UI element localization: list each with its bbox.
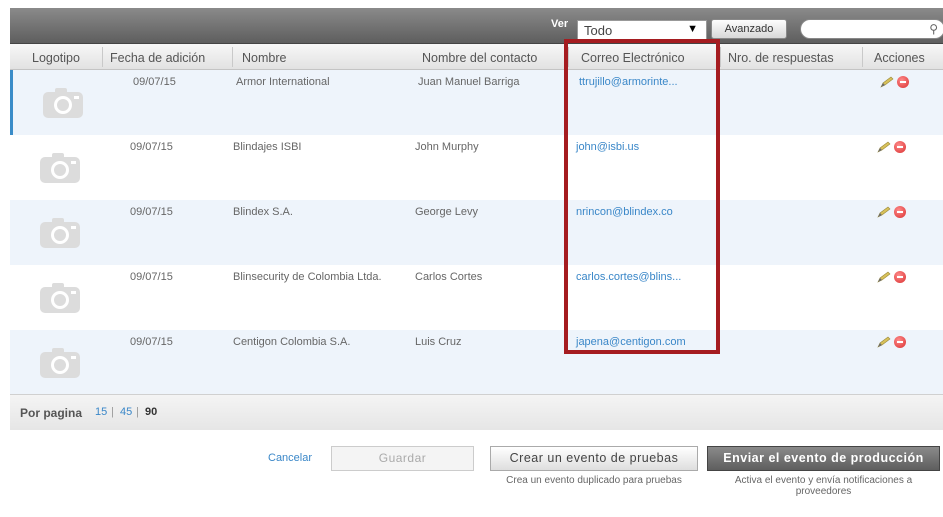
camera-icon xyxy=(40,153,80,183)
row-contact: George Levy xyxy=(415,206,478,218)
table-row[interactable]: 09/07/15 Blindajes ISBI John Murphy john… xyxy=(10,135,943,200)
column-header-name[interactable]: Nombre xyxy=(242,51,286,65)
column-header-actions: Acciones xyxy=(874,51,925,65)
page-size-label: Por pagina xyxy=(20,406,83,420)
page-size-separator: | xyxy=(111,406,114,418)
page-size-option-90[interactable]: 90 xyxy=(145,406,157,418)
row-email-link[interactable]: nrincon@blindex.co xyxy=(576,206,673,218)
row-name: Centigon Colombia S.A. xyxy=(233,336,351,348)
table-row[interactable]: 09/07/15 Centigon Colombia S.A. Luis Cru… xyxy=(10,330,943,395)
column-separator xyxy=(102,47,103,67)
view-filter-select[interactable]: Todo ▼ xyxy=(577,20,707,40)
row-contact: John Murphy xyxy=(415,141,479,153)
row-name: Blindajes ISBI xyxy=(233,141,302,153)
row-date: 09/07/15 xyxy=(130,271,173,283)
column-separator xyxy=(568,47,569,67)
pencil-icon[interactable] xyxy=(879,76,895,88)
row-date: 09/07/15 xyxy=(130,336,173,348)
camera-icon xyxy=(40,218,80,248)
column-separator xyxy=(720,47,721,67)
table-row[interactable]: 09/07/15 Armor International Juan Manuel… xyxy=(10,70,943,135)
delete-icon[interactable] xyxy=(894,336,906,348)
save-button[interactable]: Guardar xyxy=(331,446,474,471)
table-header: Logotipo Fecha de adición Nombre Nombre … xyxy=(10,44,943,70)
search-icon[interactable]: ⚲ xyxy=(929,22,938,36)
row-date: 09/07/15 xyxy=(130,141,173,153)
row-date: 09/07/15 xyxy=(133,76,176,88)
pencil-icon[interactable] xyxy=(876,206,892,218)
view-filter-label: Ver xyxy=(551,18,569,30)
row-name: Armor International xyxy=(236,76,330,88)
page-size-option-15[interactable]: 15 xyxy=(95,406,107,418)
providers-table: 09/07/15 Armor International Juan Manuel… xyxy=(10,70,943,395)
form-actions: Cancelar Guardar Crear un evento de prue… xyxy=(0,440,943,517)
table-row[interactable]: 09/07/15 Blinsecurity de Colombia Ltda. … xyxy=(10,265,943,330)
row-date: 09/07/15 xyxy=(130,206,173,218)
row-actions xyxy=(876,141,916,153)
page-size-option-45[interactable]: 45 xyxy=(120,406,132,418)
advanced-search-button[interactable]: Avanzado xyxy=(711,19,787,39)
row-contact: Carlos Cortes xyxy=(415,271,483,283)
row-actions xyxy=(876,336,916,348)
row-name: Blindex S.A. xyxy=(233,206,293,218)
send-production-event-button[interactable]: Enviar el evento de producción xyxy=(707,446,940,471)
pagination-bar: Por pagina 15 | 45 | 90 xyxy=(10,394,943,430)
column-header-date[interactable]: Fecha de adición xyxy=(110,51,205,65)
camera-icon xyxy=(40,283,80,313)
pencil-icon[interactable] xyxy=(876,271,892,283)
row-actions xyxy=(876,271,916,283)
delete-icon[interactable] xyxy=(894,206,906,218)
delete-icon[interactable] xyxy=(894,271,906,283)
camera-icon xyxy=(40,348,80,378)
row-email-link[interactable]: carlos.cortes@blins... xyxy=(576,271,681,283)
row-actions xyxy=(879,76,919,88)
column-header-contact[interactable]: Nombre del contacto xyxy=(422,51,537,65)
search-input[interactable]: ⚲ xyxy=(800,19,943,39)
camera-icon xyxy=(43,88,83,118)
column-header-responses[interactable]: Nro. de respuestas xyxy=(728,51,834,65)
column-separator xyxy=(862,47,863,67)
production-event-description: Activa el evento y envía notificaciones … xyxy=(734,475,913,497)
pencil-icon[interactable] xyxy=(876,141,892,153)
create-test-event-button[interactable]: Crear un evento de pruebas xyxy=(490,446,698,471)
column-separator xyxy=(232,47,233,67)
test-event-description: Crea un evento duplicado para pruebas xyxy=(506,475,682,486)
column-header-logo[interactable]: Logotipo xyxy=(32,51,80,65)
row-contact: Juan Manuel Barriga xyxy=(418,76,520,88)
row-email-link[interactable]: ttrujillo@armorinte... xyxy=(579,76,678,88)
row-contact: Luis Cruz xyxy=(415,336,462,348)
row-email-link[interactable]: japena@centigon.com xyxy=(576,336,686,348)
row-email-link[interactable]: john@isbi.us xyxy=(576,141,639,153)
table-row[interactable]: 09/07/15 Blindex S.A. George Levy nrinco… xyxy=(10,200,943,265)
delete-icon[interactable] xyxy=(894,141,906,153)
pencil-icon[interactable] xyxy=(876,336,892,348)
page-size-separator: | xyxy=(136,406,139,418)
caret-down-icon: ▼ xyxy=(687,23,698,35)
view-filter-value: Todo xyxy=(584,23,613,38)
row-name: Blinsecurity de Colombia Ltda. xyxy=(233,271,382,283)
row-actions xyxy=(876,206,916,218)
delete-icon[interactable] xyxy=(897,76,909,88)
cancel-link[interactable]: Cancelar xyxy=(268,452,312,464)
column-header-email[interactable]: Correo Electrónico xyxy=(581,51,685,65)
grid-toolbar: Ver Todo ▼ Avanzado ⚲ xyxy=(10,8,943,44)
